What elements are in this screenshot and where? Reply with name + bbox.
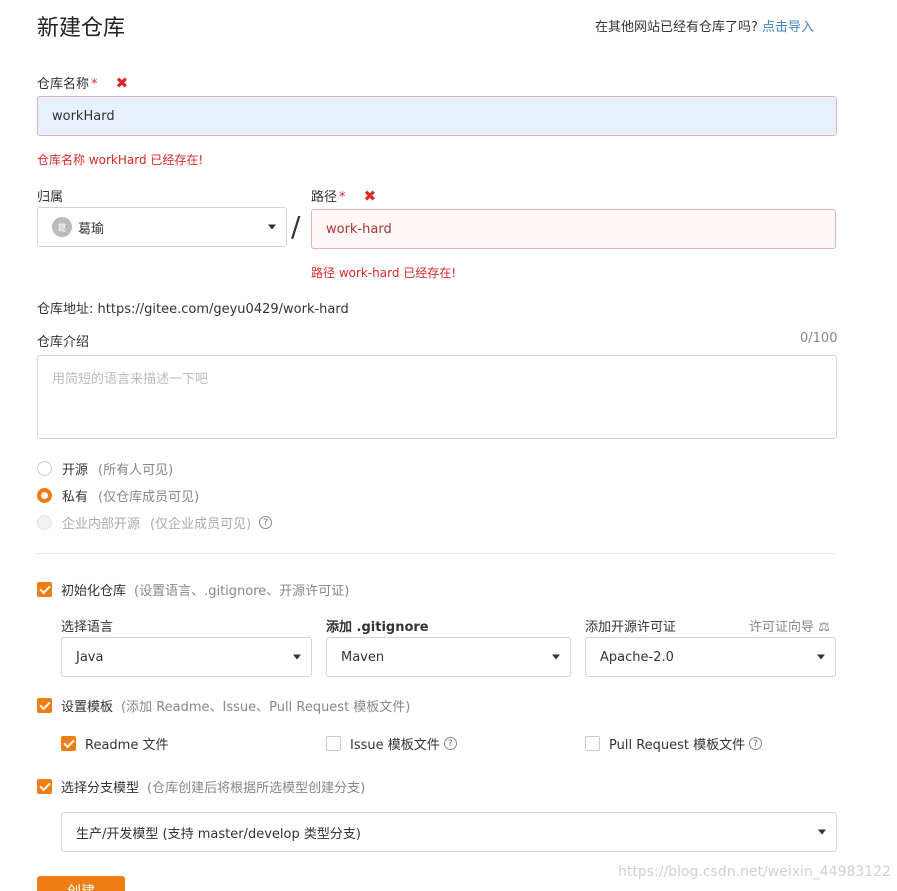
repo-name-label: 仓库名称 * ✖	[37, 73, 128, 92]
path-label: 路径 * ✖	[311, 186, 376, 205]
visibility-label: 私有	[62, 490, 89, 505]
page-title: 新建仓库	[37, 16, 126, 41]
init-repo-option[interactable]: 初始化仓库 (设置语言、.gitignore、开源许可证)	[37, 580, 349, 599]
create-button[interactable]: 创建	[37, 876, 125, 891]
checkbox[interactable]	[61, 736, 76, 751]
language-select[interactable]: Java	[61, 637, 312, 677]
issue-template-label: Issue 模板文件	[350, 738, 440, 753]
required-mark: *	[91, 77, 98, 92]
description-label: 仓库介绍	[37, 335, 90, 350]
branch-model-select[interactable]: 生产/开发模型 (支持 master/develop 类型分支)	[61, 812, 837, 852]
checkbox[interactable]	[37, 582, 52, 597]
import-prompt: 在其他网站已经有仓库了吗? 点击导入	[595, 16, 814, 35]
avatar: 葛	[52, 217, 72, 237]
import-prompt-text: 在其他网站已经有仓库了吗?	[595, 20, 758, 35]
owner-value: 葛瑜	[78, 221, 105, 237]
path-value: work-hard	[326, 221, 392, 237]
gitignore-value: Maven	[341, 649, 385, 665]
visibility-label: 企业内部开源	[62, 517, 141, 532]
visibility-note: (仅仓库成员可见)	[98, 490, 200, 505]
path-input[interactable]: work-hard	[311, 209, 836, 249]
chevron-down-icon	[268, 224, 276, 230]
radio-button	[37, 515, 52, 530]
path-separator: /	[291, 210, 301, 243]
repo-name-label-text: 仓库名称	[37, 77, 90, 92]
checkbox[interactable]	[326, 736, 341, 751]
init-repo-label: 初始化仓库	[61, 584, 127, 599]
branch-model-option[interactable]: 选择分支模型 (仓库创建后将根据所选模型创建分支)	[37, 777, 365, 796]
visibility-option-public[interactable]: 开源 (所有人可见)	[37, 459, 173, 478]
checkbox[interactable]	[585, 736, 600, 751]
readme-option[interactable]: Readme 文件	[61, 734, 168, 753]
description-counter: 0/100	[800, 331, 838, 346]
license-guide-link[interactable]: 许可证向导 ⚖	[749, 616, 830, 635]
repo-url-label: 仓库地址:	[37, 302, 94, 317]
license-select[interactable]: Apache-2.0	[585, 637, 836, 677]
visibility-option-internal: 企业内部开源 (仅企业成员可见) ?	[37, 513, 273, 532]
template-note: (添加 Readme、Issue、Pull Request 模板文件)	[121, 700, 411, 715]
divider	[37, 553, 836, 554]
checkbox[interactable]	[37, 779, 52, 794]
repo-url-value: https://gitee.com/geyu0429/work-hard	[97, 302, 349, 317]
language-value: Java	[76, 649, 104, 665]
gitignore-select[interactable]: Maven	[326, 637, 571, 677]
required-mark: *	[339, 190, 346, 205]
chevron-down-icon	[817, 654, 825, 660]
chevron-down-icon	[293, 654, 301, 660]
gitignore-label: 添加 .gitignore	[326, 620, 429, 635]
pr-template-label: Pull Request 模板文件	[609, 738, 746, 753]
visibility-label: 开源	[62, 463, 89, 478]
import-link[interactable]: 点击导入	[762, 20, 814, 35]
init-repo-note: (设置语言、.gitignore、开源许可证)	[134, 584, 350, 599]
template-label: 设置模板	[61, 700, 114, 715]
visibility-note: (所有人可见)	[98, 463, 174, 478]
help-icon[interactable]: ?	[749, 737, 763, 750]
repo-url: 仓库地址: https://gitee.com/geyu0429/work-ha…	[37, 298, 349, 317]
error-x-icon: ✖	[363, 187, 377, 205]
scale-icon: ⚖	[818, 620, 830, 635]
description-placeholder: 用简短的语言来描述一下吧	[52, 372, 209, 387]
issue-template-option[interactable]: Issue 模板文件 ?	[326, 734, 457, 753]
branch-model-value: 生产/开发模型 (支持 master/develop 类型分支)	[76, 826, 361, 842]
license-guide-text: 许可证向导	[749, 620, 815, 635]
owner-select[interactable]: 葛 葛瑜	[37, 207, 287, 247]
readme-label: Readme 文件	[85, 738, 169, 753]
owner-label: 归属	[37, 190, 64, 205]
radio-button[interactable]	[37, 461, 52, 476]
repo-name-value: workHard	[52, 108, 115, 124]
branch-model-label: 选择分支模型	[61, 781, 140, 796]
license-label: 添加开源许可证	[585, 620, 677, 635]
checkbox[interactable]	[37, 698, 52, 713]
chevron-down-icon	[552, 654, 560, 660]
language-label: 选择语言	[61, 620, 114, 635]
error-x-icon: ✖	[115, 74, 129, 92]
radio-button[interactable]	[37, 488, 52, 503]
watermark: https://blog.csdn.net/weixin_44983122	[618, 864, 892, 880]
license-value: Apache-2.0	[600, 649, 674, 665]
repo-name-input[interactable]: workHard	[37, 96, 837, 136]
visibility-note: (仅企业成员可见)	[150, 517, 252, 532]
path-error: 路径 work-hard 已经存在!	[311, 266, 457, 280]
repo-name-error: 仓库名称 workHard 已经存在!	[37, 153, 204, 167]
template-option[interactable]: 设置模板 (添加 Readme、Issue、Pull Request 模板文件)	[37, 696, 410, 715]
visibility-option-private[interactable]: 私有 (仅仓库成员可见)	[37, 486, 199, 505]
description-textarea[interactable]: 用简短的语言来描述一下吧	[37, 355, 837, 439]
help-icon[interactable]: ?	[259, 516, 273, 529]
pr-template-option[interactable]: Pull Request 模板文件 ?	[585, 734, 763, 753]
branch-model-note: (仓库创建后将根据所选模型创建分支)	[147, 781, 366, 796]
chevron-down-icon	[818, 829, 826, 835]
path-label-text: 路径	[311, 190, 338, 205]
help-icon[interactable]: ?	[443, 737, 457, 750]
